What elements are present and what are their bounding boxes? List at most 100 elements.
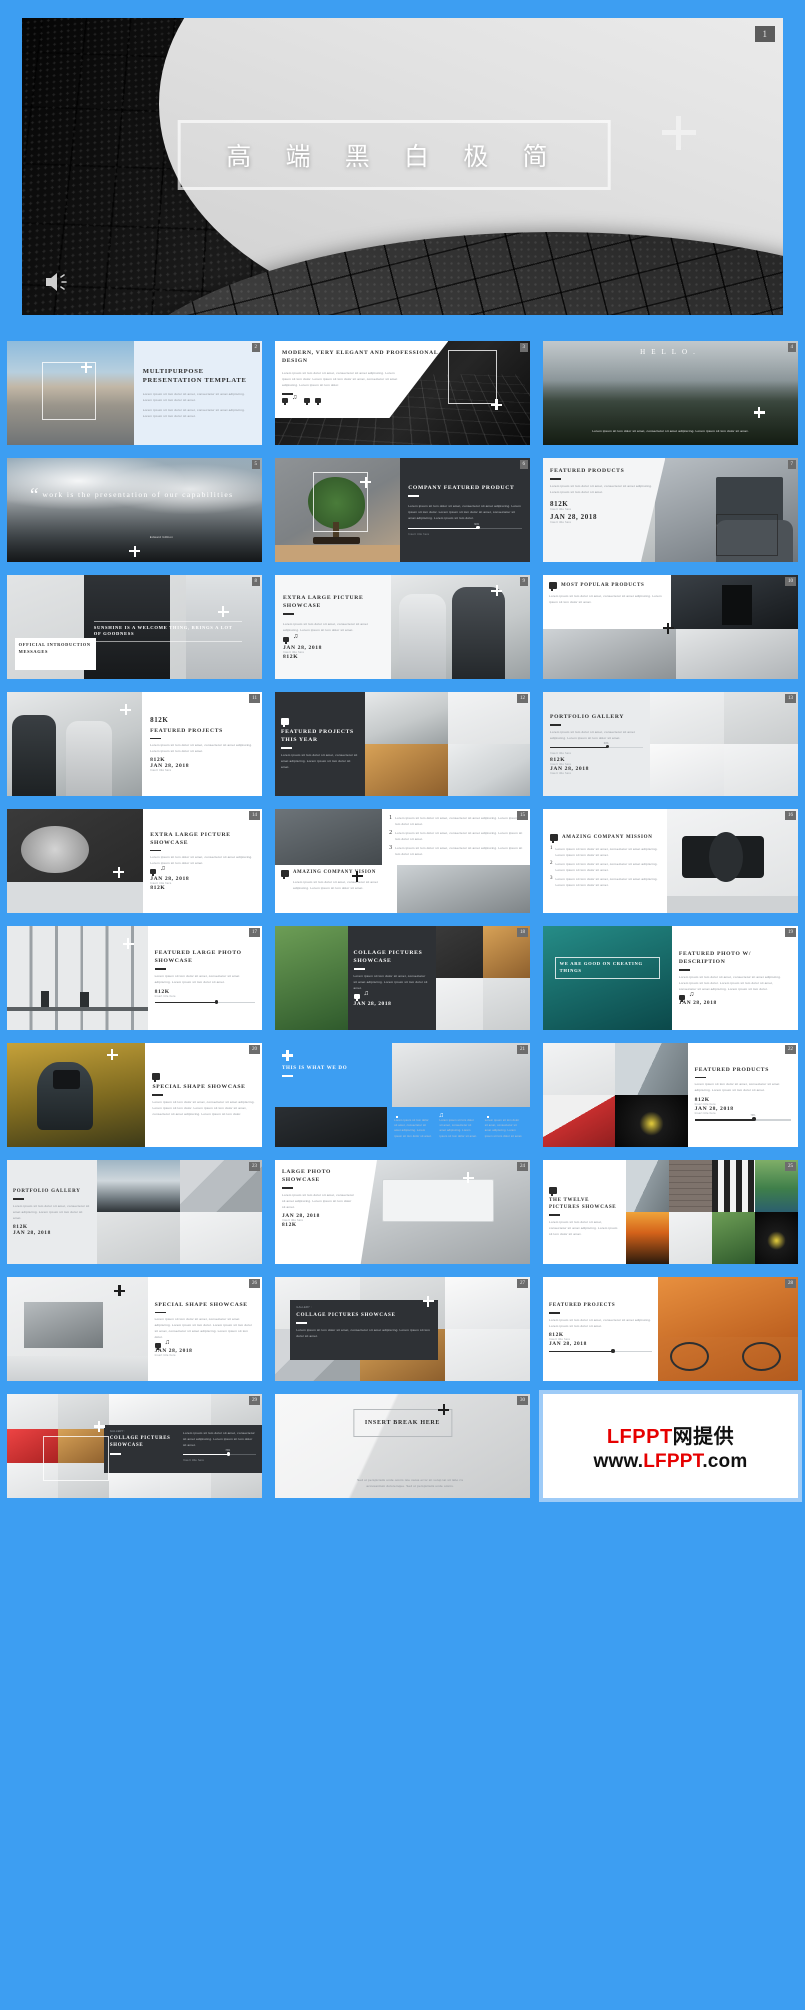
text-panel: THE TWELVE PICTURES SHOWCASE Lorem ipsum…	[543, 1160, 627, 1264]
chat-icon	[315, 397, 321, 405]
slide-thumbnail-30[interactable]: 30 INSERT BREAK HERE Sed ut perspiciatis…	[271, 1390, 534, 1502]
quote-author: Edward Gibbon	[149, 535, 174, 540]
slide-title: FEATURED PROJECTS	[150, 727, 223, 734]
slide-number-badge: 8	[251, 577, 260, 586]
slide-thumbnail-27[interactable]: 27 GALLERY : COLLAGE PICTURES SHOWCASE L…	[271, 1273, 534, 1385]
thumbnail-row: 23 PORTFOLIO GALLERY Lorem ipsum sit lom…	[3, 1156, 802, 1268]
thumbnail-row: 2 MULTIPURPOSE PRESENTATION TEMPLATE Lor…	[3, 337, 802, 449]
date-caption: Insert title here	[550, 520, 572, 524]
slide-thumbnail-6[interactable]: 6 COMPANY FEATURED PRODUCT Lorem ipsum s…	[271, 454, 534, 566]
slide-thumbnail-16[interactable]: 16 AMAZING COMPANY MISSION 1 Lorem ipsum …	[539, 805, 802, 917]
slide-thumbnail-14[interactable]: 14 EXTRA LARGE PICTURE SHOWCASE Lorem ip…	[3, 805, 266, 917]
brand-line-2: www.LFPPT.com	[594, 1451, 748, 1473]
slide-title: MULTIPURPOSE PRESENTATION TEMPLATE	[142, 367, 247, 385]
photo-cactus	[275, 926, 348, 1030]
thumbnail-row: 11 812K FEATURED PROJECTS Lorem ipsum si…	[3, 688, 802, 800]
stat-caption: Insert title here	[154, 994, 176, 998]
slide-thumbnail-7[interactable]: 7 FEATURED PRODUCTS Lorem ipsum sit lom …	[539, 454, 802, 566]
quote-text: work is the presentation of our capabili…	[42, 490, 234, 500]
list-item: Lorem ipsum sit lom dolor sit amet, cons…	[395, 831, 523, 842]
slide-title: FEATURED PRODUCTS	[694, 1066, 770, 1073]
slide-thumbnail-26[interactable]: 26 SPECIAL SHAPE SHOWCASE Lorem ipsum si…	[3, 1273, 266, 1385]
screen-icon	[282, 397, 288, 405]
slide-thumbnail-10[interactable]: 10 MOST POPULAR PRODUCTS Lorem ipsum sit…	[539, 571, 802, 683]
stat-value: 812K	[550, 499, 569, 508]
slide-number-badge: 11	[249, 694, 260, 703]
text-panel: PORTFOLIO GALLERY Lorem ipsum sit lom do…	[7, 1160, 98, 1264]
photo-mosaic	[97, 1160, 262, 1264]
body-text: Lorem ipsum sit lom dolor sit amet, cons…	[592, 428, 749, 433]
thumbnail-row: 29 GALLERY : COLLAGE PICTURES SHOWCASE L…	[3, 1390, 802, 1502]
progress-bar: 73%	[694, 1114, 791, 1122]
stat-value: 812K	[282, 1221, 297, 1228]
slide-number-badge: 20	[249, 1045, 260, 1054]
slide-thumbnail-23[interactable]: 23 PORTFOLIO GALLERY Lorem ipsum sit lom…	[3, 1156, 266, 1268]
monitor-icon	[304, 397, 310, 405]
slide-thumbnail-18[interactable]: 18 COLLAGE PICTURES SHOWCASE Lorem ipsum…	[271, 922, 534, 1034]
brand-line-1-red: LFPPT	[606, 1425, 673, 1448]
slide-thumbnail-5[interactable]: 5 “ work is the presentation of our capa…	[3, 454, 266, 566]
slide-thumbnail-8[interactable]: 8 OFFICIAL INTRODUCTION MESSAGES SUNSHIN…	[3, 571, 266, 683]
slide-thumbnail-29[interactable]: 29 GALLERY : COLLAGE PICTURES SHOWCASE L…	[3, 1390, 266, 1502]
progress-bar	[154, 999, 255, 1005]
music-note-icon	[165, 1339, 172, 1348]
speaker-icon[interactable]	[44, 271, 70, 293]
monitor-icon	[353, 993, 360, 1001]
list-item: Lorem ipsum sit lom dolor sit amet, cons…	[555, 877, 658, 888]
brand-line-2-red: LFPPT	[643, 1450, 703, 1472]
page-title: 高 端 黑 白 极 简	[226, 143, 562, 171]
photo-architecture	[7, 926, 148, 1030]
date-value: JAN 28, 2018	[353, 1000, 392, 1007]
slide-thumbnail-20[interactable]: 20 SPECIAL SHAPE SHOWCASE Lorem ipsum si…	[3, 1039, 266, 1151]
slide-number-badge: 17	[249, 928, 260, 937]
text-panel: COMPANY FEATURED PRODUCT Lorem ipsum sit…	[400, 458, 530, 562]
quote-mark-icon: “	[29, 485, 39, 507]
body-text: Lorem ipsum sit lom dolor sit amet, cons…	[282, 371, 398, 388]
cover-slide-container[interactable]: 高 端 黑 白 极 简 1	[0, 0, 805, 337]
slide-thumbnail-17[interactable]: 17 FEATURED LARGE PHOTO SHOWCASE Lorem i…	[3, 922, 266, 1034]
slide-number-badge: 19	[785, 928, 796, 937]
photo-teal: WE ARE GOOD ON CREATING THINGS	[543, 926, 672, 1030]
slide-title: AMAZING COMPANY VISION	[293, 870, 377, 876]
slide-number-badge: 21	[517, 1045, 528, 1054]
body-text: Lorem ipsum sit lom dolor sit amet, cons…	[549, 1220, 618, 1237]
slide-number-badge: 2	[251, 343, 260, 352]
slide-thumbnail-11[interactable]: 11 812K FEATURED PROJECTS Lorem ipsum si…	[3, 688, 266, 800]
progress-bar	[549, 1348, 653, 1354]
slide-subtitle: WE ARE GOOD ON CREATING THINGS	[559, 961, 643, 973]
cover-slide[interactable]: 高 端 黑 白 极 简 1	[22, 18, 783, 315]
slide-thumbnail-19[interactable]: 19 WE ARE GOOD ON CREATING THINGS FEATUR…	[539, 922, 802, 1034]
slide-thumbnail-9[interactable]: 9 EXTRA LARGE PICTURE SHOWCASE Lorem ips…	[271, 571, 534, 683]
slide-number-badge: 16	[785, 811, 796, 820]
slide-thumbnail-4[interactable]: 4 HELLO. Lorem ipsum sit lom dolor sit a…	[539, 337, 802, 449]
slide-number-badge: 7	[787, 460, 796, 469]
slide-thumbnail-15[interactable]: 15 1 Lorem ipsum sit lom dolor sit amet, …	[271, 805, 534, 917]
slide-thumbnail-22[interactable]: 22 FEATURED PRODUCTS Lorem ipsum sit lom…	[539, 1039, 802, 1151]
slide-thumbnail-13[interactable]: 13 PORTFOLIO GALLERY Lorem ipsum sit lom…	[539, 688, 802, 800]
slide-thumbnail-2[interactable]: 2 MULTIPURPOSE PRESENTATION TEMPLATE Lor…	[3, 337, 266, 449]
screen-icon	[152, 1073, 161, 1083]
screen-icon	[281, 870, 289, 880]
body-text: Lorem ipsum sit lom dolor sit amet, cons…	[550, 483, 653, 494]
screen-icon	[549, 1186, 557, 1196]
date-caption: Insert title here	[154, 1354, 176, 1358]
screen-icon	[549, 582, 557, 591]
photo-city	[7, 341, 134, 445]
screen-icon	[550, 833, 558, 843]
slide-thumbnail-3[interactable]: 3 MODERN, VERY ELEGANT AND PROFESSIONAL …	[271, 337, 534, 449]
body-text: Lorem ipsum sit lom dolor sit amet, cons…	[154, 973, 240, 984]
text-panel: PORTFOLIO GALLERY Lorem ipsum sit lom do…	[543, 692, 650, 796]
list-item: Lorem ipsum sit lom dolor sit amet, cons…	[395, 816, 523, 827]
slide-thumbnail-24[interactable]: 24 LARGE PHOTO SHOWCASE Lorem ipsum sit …	[271, 1156, 534, 1268]
body-text-2: Lorem ipsum sit lom dolor sit amet, cons…	[439, 1118, 478, 1138]
thumbnail-row: 8 OFFICIAL INTRODUCTION MESSAGES SUNSHIN…	[3, 571, 802, 683]
slide-number-badge: 15	[517, 811, 528, 820]
text-panel: FEATURED PHOTO W/ DESCRIPTION Lorem ipsu…	[671, 926, 798, 1030]
slide-thumbnail-25[interactable]: 25 THE TWELVE PICTURES SHOWCASE Lorem ip…	[539, 1156, 802, 1268]
slide-title: MOST POPULAR PRODUCTS	[561, 583, 645, 588]
slide-thumbnail-28[interactable]: 28 FEATURED PROJECTS Lorem ipsum sit lom…	[539, 1273, 802, 1385]
slide-title: THE TWELVE PICTURES SHOWCASE	[549, 1197, 617, 1211]
photo-building	[7, 1277, 148, 1381]
slide-thumbnail-12[interactable]: 12 FEATURED PROJECTS THIS YEAR Lorem ips…	[271, 688, 534, 800]
slide-thumbnail-21[interactable]: 21 THIS IS WHAT WE DO Lorem ipsum sit lo…	[271, 1039, 534, 1151]
